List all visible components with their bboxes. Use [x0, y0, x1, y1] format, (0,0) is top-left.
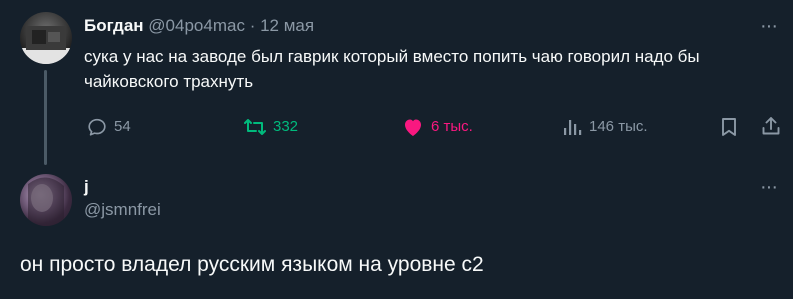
heart-filled-icon — [405, 119, 421, 136]
thread-line — [44, 70, 47, 165]
more-options-icon[interactable]: ··· — [760, 16, 778, 36]
reply-avatar-image — [28, 177, 64, 226]
reply-icon — [88, 118, 106, 136]
separator: · — [249, 16, 256, 35]
retweet-count: 332 — [273, 118, 299, 135]
retweet-icon — [244, 119, 266, 135]
retweet-button[interactable]: 332 — [243, 116, 298, 138]
author-name[interactable]: Богдан — [84, 16, 144, 35]
tweet-text: сука у нас на заводе был гаврик который … — [84, 47, 700, 91]
like-count: 6 тыс. — [431, 118, 473, 135]
views-chart-icon — [564, 120, 582, 135]
reply-text: он просто владел русским языком на уровн… — [20, 253, 484, 276]
views-button[interactable]: 146 тыс. — [561, 116, 648, 138]
reply-author-handle[interactable]: @jsmnfrei — [84, 200, 161, 220]
reply-count: 54 — [114, 118, 131, 135]
reply-avatar[interactable] — [20, 174, 72, 226]
bookmark-icon — [722, 118, 736, 136]
bookmark-button[interactable] — [719, 116, 739, 138]
views-count: 146 тыс. — [589, 118, 648, 135]
like-button[interactable]: 6 тыс. — [401, 116, 473, 138]
share-button[interactable] — [760, 115, 782, 137]
avatar[interactable] — [20, 12, 72, 64]
share-icon — [762, 117, 780, 135]
avatar-image — [20, 26, 72, 64]
tweet-header: Богдан @04po4mac · 12 мая — [84, 15, 314, 37]
reply-more-options-icon[interactable]: ··· — [760, 177, 778, 197]
reply-author-name[interactable]: j — [84, 177, 89, 197]
author-handle[interactable]: @04po4mac — [148, 16, 245, 35]
reply-button[interactable]: 54 — [86, 116, 131, 138]
tweet-date[interactable]: 12 мая — [260, 16, 314, 35]
